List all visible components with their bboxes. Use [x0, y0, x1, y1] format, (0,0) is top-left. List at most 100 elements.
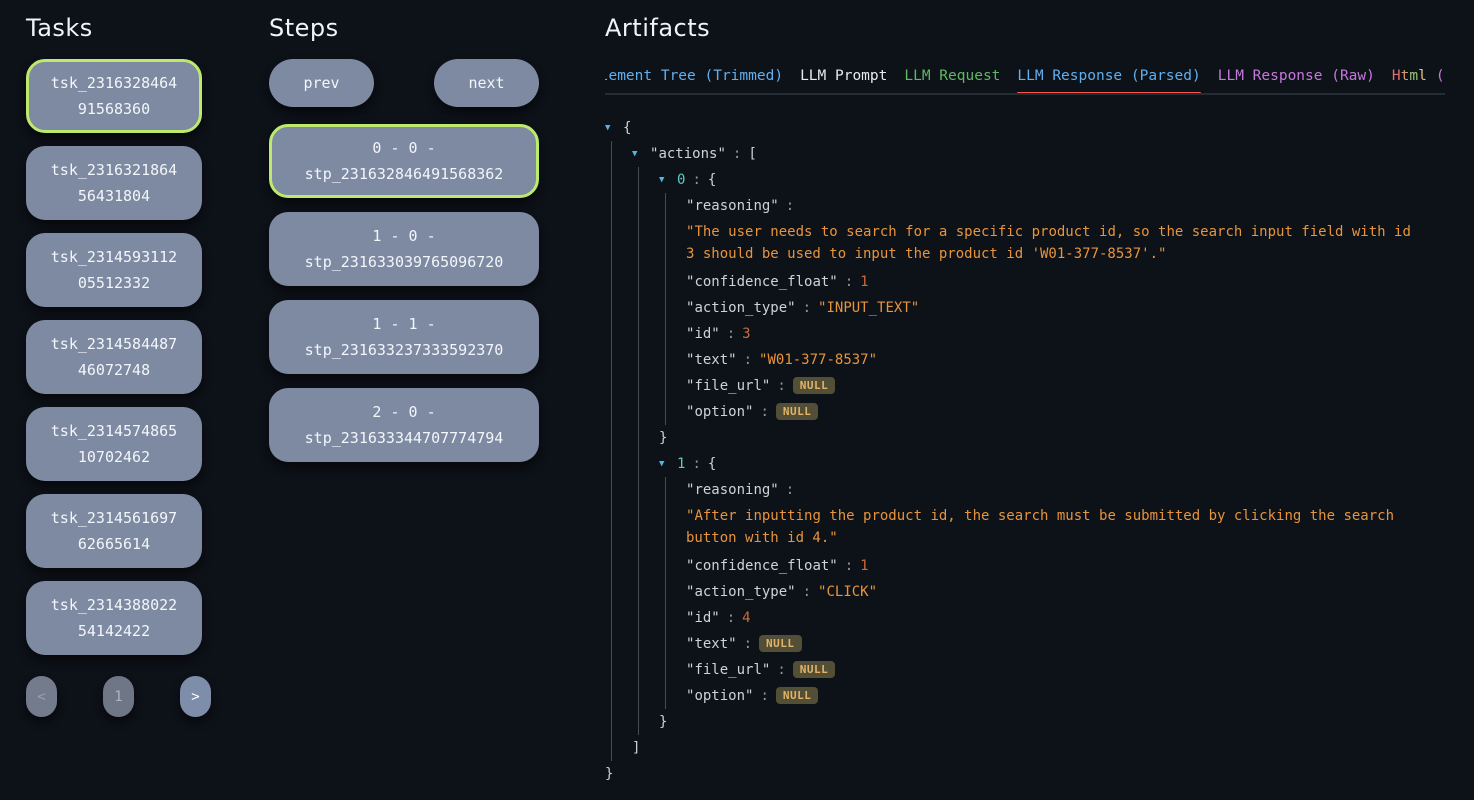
open-brace: {: [708, 456, 716, 472]
colon: :: [777, 378, 785, 394]
close-bracket: ]: [632, 740, 640, 756]
close-brace: }: [659, 714, 667, 730]
json-row-option: option: NULL: [686, 399, 1445, 425]
task-item[interactable]: tsk_231632186456431804: [26, 146, 202, 220]
json-item1-children: reasoning: After inputting the product i…: [665, 477, 1445, 709]
colon: :: [786, 198, 794, 214]
colon: :: [692, 456, 700, 472]
json-string-value: INPUT_TEXT: [818, 300, 919, 316]
page-prev-button[interactable]: <: [26, 676, 57, 717]
json-number-value: 1: [860, 558, 868, 574]
tab-llm-prompt[interactable]: LLM Prompt: [800, 66, 887, 93]
steps-panel: Steps prev next 0 - 0 - stp_231632846491…: [269, 0, 539, 476]
json-root-open-row: ▼{: [605, 115, 1445, 141]
json-row-file-url: file_url:NULL: [686, 657, 1445, 683]
step-item[interactable]: 0 - 0 - stp_231632846491568362: [269, 124, 539, 198]
task-item[interactable]: tsk_231457486510702462: [26, 407, 202, 481]
artifacts-panel: Artifacts Element Tree (Trimmed) LLM Pro…: [605, 0, 1445, 787]
json-item0-close-row: }: [659, 425, 1445, 451]
json-row-text: text: W01-377-8537: [686, 347, 1445, 373]
step-item[interactable]: 1 - 0 - stp_231633039765096720: [269, 212, 539, 286]
json-key: text: [686, 352, 737, 368]
json-item1-close-row: }: [659, 709, 1445, 735]
colon: :: [760, 688, 768, 704]
tab-html-char: l: [1418, 68, 1427, 84]
colon: :: [733, 146, 741, 162]
step-item[interactable]: 2 - 0 - stp_231633344707774794: [269, 388, 539, 462]
tab-llm-response-raw[interactable]: LLM Response (Raw): [1218, 66, 1375, 93]
json-actions-children: ▼ 0: { reasoning: The user needs to search…: [638, 167, 1445, 735]
json-key: option: [686, 404, 753, 420]
json-root-close-row: }: [605, 761, 1445, 787]
json-row-action-type: action_type:INPUT_TEXT: [686, 295, 1445, 321]
tab-llm-request[interactable]: LLM Request: [904, 66, 1000, 93]
json-row-confidence: confidence_float:1: [686, 269, 1445, 295]
task-item[interactable]: tsk_231632846491568360: [26, 59, 202, 133]
tasks-title: Tasks: [26, 14, 212, 42]
collapse-icon[interactable]: ▼: [632, 141, 644, 167]
json-row-file-url: file_url: NULL: [686, 373, 1445, 399]
json-key: confidence_float: [686, 558, 838, 574]
tab-html-raw[interactable]: Html(Raw): [1392, 66, 1445, 93]
json-string-value: CLICK: [818, 584, 877, 600]
json-key: reasoning: [686, 482, 779, 498]
null-badge: NULL: [776, 687, 819, 704]
artifacts-tabbar: Element Tree (Trimmed) LLM Prompt LLM Re…: [605, 66, 1445, 95]
collapse-icon[interactable]: ▼: [605, 115, 617, 141]
json-row-option: option:NULL: [686, 683, 1445, 709]
open-bracket: [: [748, 146, 756, 162]
json-string-value: After inputting the product id, the sear…: [686, 505, 1416, 549]
task-item[interactable]: tsk_231458448746072748: [26, 320, 202, 394]
json-array-index: 0: [677, 172, 685, 188]
next-step-button[interactable]: next: [434, 59, 539, 107]
null-badge: NULL: [793, 377, 836, 394]
steps-nav: prev next: [269, 59, 539, 107]
json-key: text: [686, 636, 737, 652]
steps-title: Steps: [269, 14, 539, 42]
colon: :: [845, 274, 853, 290]
json-row-id: id:3: [686, 321, 1445, 347]
json-number-value: 3: [742, 326, 750, 342]
json-tree-viewer: ▼{ ▼actions:[ ▼0:{ reasoning: The user n…: [605, 115, 1445, 787]
json-row-id: id:4: [686, 605, 1445, 631]
task-item[interactable]: tsk_231459311205512332: [26, 233, 202, 307]
json-actions-close-row: ]: [632, 735, 1445, 761]
step-item[interactable]: 1 - 1 - stp_231633237333592370: [269, 300, 539, 374]
artifacts-title: Artifacts: [605, 14, 1445, 42]
null-badge: NULL: [776, 403, 819, 420]
close-brace: }: [659, 430, 667, 446]
json-item0-children: reasoning: The user needs to search for …: [665, 193, 1445, 425]
task-item[interactable]: tsk_231438802254142422: [26, 581, 202, 655]
colon: :: [777, 662, 785, 678]
colon: :: [845, 558, 853, 574]
colon: :: [744, 636, 752, 652]
page-next-button[interactable]: >: [180, 676, 211, 717]
prev-step-button[interactable]: prev: [269, 59, 374, 107]
json-array-index: 1: [677, 456, 685, 472]
collapse-icon[interactable]: ▼: [659, 451, 671, 477]
colon: :: [803, 584, 811, 600]
json-key: actions: [650, 146, 726, 162]
json-key: confidence_float: [686, 274, 838, 290]
colon: :: [744, 352, 752, 368]
open-brace: {: [708, 172, 716, 188]
collapse-icon[interactable]: ▼: [659, 167, 671, 193]
json-key: action_type: [686, 300, 796, 316]
json-row-action-type: action_type: CLICK: [686, 579, 1445, 605]
colon: :: [760, 404, 768, 420]
task-item[interactable]: tsk_231456169762665614: [26, 494, 202, 568]
close-brace: }: [605, 766, 613, 782]
json-root-children: ▼ actions: [ ▼ 0: { reasoning: The user need…: [611, 141, 1445, 761]
colon: :: [786, 482, 794, 498]
json-key: action_type: [686, 584, 796, 600]
colon: :: [727, 610, 735, 626]
tab-llm-response-parsed[interactable]: LLM Response (Parsed): [1017, 66, 1200, 93]
tab-element-tree-trimmed[interactable]: Element Tree (Trimmed): [605, 66, 783, 93]
tab-html-suffix: (Raw): [1436, 68, 1445, 84]
json-key: file_url: [686, 378, 770, 394]
json-string-value: W01-377-8537: [759, 352, 877, 368]
null-badge: NULL: [793, 661, 836, 678]
page-number-button[interactable]: 1: [103, 676, 134, 717]
json-number-value: 4: [742, 610, 750, 626]
json-item1-open-row: ▼ 1: {: [659, 451, 1445, 477]
